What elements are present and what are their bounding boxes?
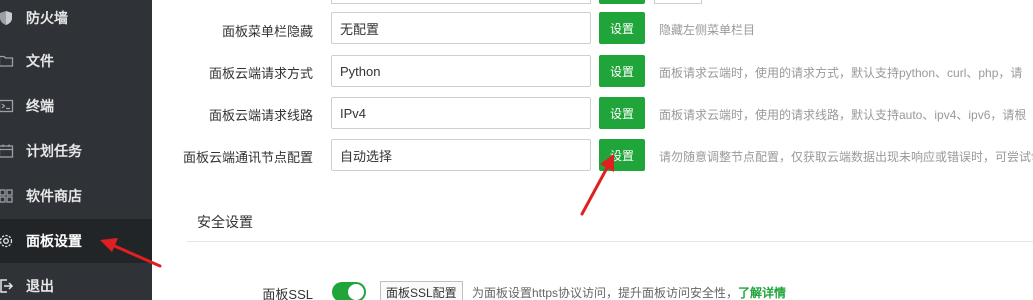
request-line-hint: 面板请求云端时，使用的请求线路，默认支持auto、ipv4、ipv6，请根 — [659, 108, 1027, 122]
sidebar-item-settings[interactable]: 面板设置 — [0, 219, 152, 263]
sidebar-item-label: 计划任务 — [26, 143, 82, 159]
request-method-field[interactable]: Python — [331, 55, 591, 87]
sidebar-item-label: 防火墙 — [26, 10, 68, 26]
row-label-request-method: 面板云端请求方式 — [208, 66, 313, 81]
logout-icon — [0, 277, 15, 295]
sidebar-item-label: 面板设置 — [26, 233, 82, 249]
menu-hide-field[interactable]: 无配置 — [331, 12, 591, 44]
request-method-hint: 面板请求云端时，使用的请求方式，默认支持python、curl、php，请 — [659, 66, 1023, 80]
panel-ssl-hint: 为面板设置https协议访问，提升面板访问安全性，了解详情 — [472, 284, 786, 300]
node-config-field[interactable]: 自动选择 — [331, 139, 591, 171]
field — [331, 0, 591, 4]
panel-ssl-hint-text: 为面板设置https协议访问，提升面板访问安全性， — [472, 286, 739, 300]
node-config-set-button[interactable]: 设置 — [599, 139, 645, 171]
shield-icon — [0, 9, 15, 27]
sidebar-item-cron[interactable]: 计划任务 — [0, 129, 152, 173]
toggle-knob — [348, 284, 364, 300]
menu-hide-hint: 隐藏左侧菜单栏目 — [659, 23, 756, 37]
sidebar-item-terminal[interactable]: 终端 — [0, 84, 152, 128]
sidebar-item-logout[interactable]: 退出 — [0, 264, 152, 300]
node-config-hint: 请勿随意调整节点配置，仅获取云端数据出现未响应或错误时，可尝试切 — [659, 150, 1033, 164]
folder-icon — [0, 52, 15, 70]
row-label-request-line: 面板云端请求线路 — [208, 108, 313, 123]
gear-icon — [0, 232, 15, 250]
section-title-security: 安全设置 — [197, 214, 253, 230]
request-method-set-button[interactable]: 设置 — [599, 55, 645, 87]
sidebar-item-store[interactable]: 软件商店 — [0, 174, 152, 218]
sidebar-item-firewall[interactable]: 防火墙 — [0, 0, 152, 40]
request-line-set-button[interactable]: 设置 — [599, 97, 645, 129]
sidebar-item-label: 文件 — [26, 53, 54, 69]
sidebar-item-label: 退出 — [26, 278, 54, 294]
sidebar-item-label: 终端 — [26, 98, 54, 114]
field — [654, 0, 702, 4]
settings-panel: 面板菜单栏隐藏 无配置 设置 隐藏左侧菜单栏目 面板云端请求方式 Python … — [152, 0, 1033, 300]
menu-hide-set-button[interactable]: 设置 — [599, 12, 645, 44]
sidebar-item-label: 软件商店 — [26, 188, 82, 204]
sidebar-item-files[interactable]: 文件 — [0, 39, 152, 83]
terminal-icon — [0, 97, 15, 115]
button — [599, 0, 645, 4]
panel-ssl-toggle[interactable] — [332, 282, 366, 300]
section-divider — [187, 241, 1033, 242]
grid-icon — [0, 187, 15, 205]
request-line-field[interactable]: IPv4 — [331, 97, 591, 129]
row-label-node-config: 面板云端通讯节点配置 — [182, 150, 313, 165]
learn-more-link[interactable]: 了解详情 — [738, 286, 786, 300]
row-label-menu-hide: 面板菜单栏隐藏 — [221, 24, 313, 39]
row-label-panel-ssl: 面板SSL — [262, 287, 313, 300]
calendar-icon — [0, 142, 15, 160]
sidebar: 防火墙 文件 终端 计划任务 软件商店 面板设置 退出 — [0, 0, 152, 300]
panel-ssl-config-button[interactable]: 面板SSL配置 — [380, 281, 463, 300]
